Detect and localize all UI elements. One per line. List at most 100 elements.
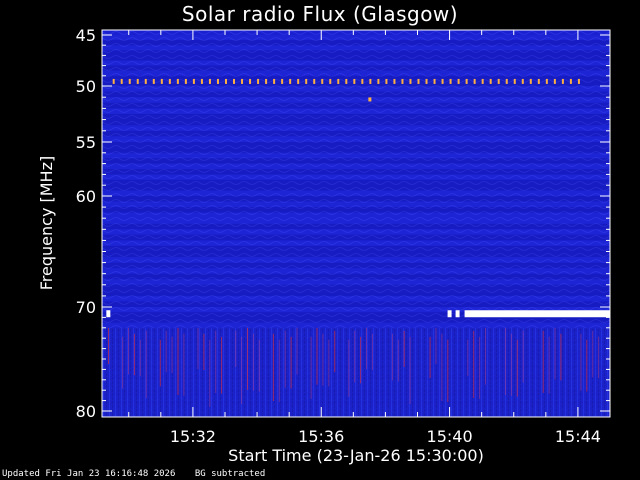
interference-dot: [385, 78, 388, 84]
interference-dot: [361, 78, 364, 84]
interference-dot: [553, 78, 556, 84]
vertical-streak: [209, 339, 211, 408]
interference-dot: [489, 78, 492, 84]
interference-dot: [241, 78, 244, 84]
frequency-row-shade: [102, 322, 610, 328]
interference-dot: [313, 78, 316, 84]
interference-dot: [337, 78, 340, 84]
interference-dot: [369, 78, 372, 84]
x-tick-label: 15:32: [170, 427, 216, 446]
vertical-streak: [328, 339, 330, 387]
vertical-streak: [197, 327, 199, 370]
vertical-streak: [165, 330, 167, 373]
vertical-streak: [485, 327, 486, 385]
interference-dot: [208, 78, 211, 84]
updated-timestamp: Updated Fri Jan 23 16:16:48 2026: [2, 469, 176, 479]
interference-dot: [273, 78, 276, 84]
y-tick-label: 60: [76, 187, 96, 206]
vertical-streak: [183, 333, 185, 396]
frequency-row-shade: [102, 301, 610, 307]
x-tick-label: 15:40: [427, 427, 473, 446]
interference-dot: [457, 78, 460, 84]
interference-dot: [561, 78, 564, 84]
frequency-row-shade: [102, 102, 610, 109]
vertical-streak: [278, 339, 280, 402]
interference-dot: [289, 78, 292, 84]
frequency-row-shade: [102, 70, 610, 76]
frequency-row-shade: [102, 130, 610, 137]
y-tick-label: 45: [76, 26, 96, 45]
frequency-row-shade: [102, 119, 610, 126]
frequency-row-shade: [102, 262, 610, 269]
frequency-row-shade: [102, 317, 610, 323]
interference-dot: [265, 78, 268, 84]
chart-title: Solar radio Flux (Glasgow): [181, 2, 459, 26]
interference-dot: [120, 78, 123, 84]
frequency-row-shade: [102, 114, 610, 120]
frequency-row-shade: [102, 218, 610, 224]
interference-dot: [200, 78, 203, 84]
vertical-streak: [548, 336, 550, 394]
vertical-streak: [159, 339, 161, 387]
interference-dot: [329, 78, 332, 84]
vertical-streak: [108, 327, 109, 364]
vertical-streak: [586, 339, 588, 392]
vertical-streak: [360, 336, 362, 384]
frequency-row-shade: [102, 169, 610, 175]
vertical-streak: [215, 330, 217, 393]
bg-subtracted-note: BG subtracted: [194, 469, 266, 479]
frequency-row-shade: [102, 196, 610, 202]
spectrogram-chart: 15:32 15:36 15:40 15:44 45 50 55 60 70 80: [76, 26, 611, 446]
y-tick-label: 80: [76, 402, 96, 421]
y-tick-label: 70: [76, 298, 96, 317]
frequency-row-shade: [102, 268, 610, 274]
frequency-row-shade: [102, 284, 610, 291]
frequency-row-shade: [102, 55, 610, 61]
frequency-row-shade: [102, 125, 610, 131]
frequency-row-shade: [102, 35, 610, 41]
vertical-streak: [554, 327, 556, 380]
frequency-row-shade: [102, 251, 610, 258]
x-tick-label: 15:44: [555, 427, 601, 446]
frequency-row-shade: [102, 50, 610, 56]
vertical-streak: [334, 330, 336, 373]
vertical-streak: [580, 333, 582, 391]
interference-dot: [529, 78, 532, 84]
frequency-row-shade: [102, 152, 610, 159]
frequency-row-shade: [102, 240, 610, 246]
vertical-streak: [435, 327, 437, 364]
interference-dot: [545, 78, 548, 84]
frequency-row-shade: [102, 257, 610, 263]
frequency-row-shade: [102, 179, 610, 186]
frequency-row-shade: [102, 91, 610, 98]
frequency-row-shade: [102, 229, 610, 235]
interference-dot: [321, 78, 324, 84]
saturated-bar-segment: [464, 310, 610, 318]
interference-dot: [144, 78, 147, 84]
vertical-streak: [322, 333, 324, 386]
interference-dot: [168, 78, 171, 84]
frequency-row-shade: [102, 45, 610, 51]
y-tick-label: 50: [76, 77, 96, 96]
frequency-row-shade: [102, 86, 610, 92]
y-tick-label: 55: [76, 133, 96, 152]
vertical-streak: [516, 339, 518, 397]
frequency-row-shade: [102, 97, 610, 103]
vertical-streak: [560, 333, 562, 381]
vertical-streak: [133, 333, 135, 376]
vertical-streak: [510, 333, 512, 396]
vertical-streak: [598, 336, 600, 379]
frequency-row-shade: [102, 295, 610, 302]
interference-dot: [521, 78, 524, 84]
vertical-streak: [522, 330, 524, 383]
frequency-row-shade: [102, 108, 610, 114]
frequency-row-shade: [102, 234, 610, 241]
interference-dot: [433, 78, 436, 84]
vertical-streak: [316, 327, 318, 385]
interference-dot: [249, 78, 252, 84]
vertical-streak: [403, 330, 405, 367]
frequency-row-shade: [102, 60, 610, 66]
vertical-streak: [203, 333, 205, 370]
interference-dot: [192, 78, 195, 84]
frequency-row-shade: [102, 290, 610, 296]
